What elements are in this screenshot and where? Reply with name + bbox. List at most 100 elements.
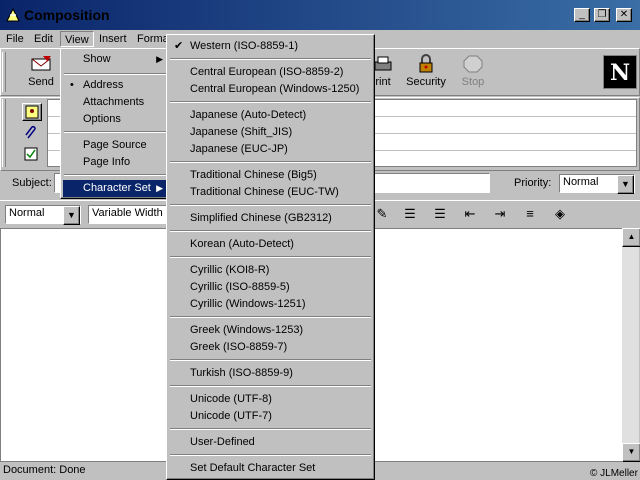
charset-item-label: Greek (ISO-8859-7) (190, 341, 288, 353)
view-menu-show[interactable]: Show ▶ (63, 51, 168, 68)
charset-item-label: Japanese (EUC-JP) (190, 143, 288, 155)
paperclip-icon (25, 125, 36, 139)
charset-item[interactable]: Turkish (ISO-8859-9) (169, 365, 372, 382)
stop-button[interactable]: Stop (452, 52, 494, 92)
minimize-button[interactable]: _ (574, 8, 590, 22)
paragraph-style-select[interactable]: Normal ▼ (5, 205, 81, 225)
toolbar-grip[interactable] (2, 52, 6, 92)
charset-item[interactable]: Central European (Windows-1250) (169, 81, 372, 98)
send-label: Send (28, 76, 54, 88)
pen-icon[interactable]: ✎ (372, 204, 392, 224)
charset-item-label: Unicode (UTF-8) (190, 393, 272, 405)
alignment-icon[interactable]: ≡ (520, 204, 540, 224)
chevron-down-icon[interactable]: ▼ (63, 206, 80, 225)
charset-item[interactable]: Cyrillic (Windows-1251) (169, 296, 372, 313)
menu-separator (170, 316, 371, 318)
view-menu: Show ▶ • Address Attachments Options Pag… (60, 48, 171, 199)
charset-item-label: Central European (ISO-8859-2) (190, 66, 344, 78)
charset-item[interactable]: User-Defined (169, 434, 372, 451)
subject-label: Subject: (12, 177, 52, 189)
show-label: Show (83, 53, 111, 65)
priority-value: Normal (563, 176, 599, 188)
vertical-scrollbar[interactable]: ▲ ▼ (622, 228, 640, 462)
increase-indent-icon[interactable]: ⇥ (490, 204, 510, 224)
recipient-type-dropdown[interactable] (48, 100, 60, 115)
status-text: Document: Done (3, 464, 86, 476)
menu-insert[interactable]: Insert (95, 31, 131, 47)
charset-item[interactable]: Set Default Character Set (169, 460, 372, 477)
close-button[interactable]: ✕ (616, 8, 632, 22)
charset-item[interactable]: Greek (ISO-8859-7) (169, 339, 372, 356)
scroll-up-icon[interactable]: ▲ (622, 228, 640, 247)
netscape-logo[interactable]: N (603, 55, 637, 89)
maximize-button[interactable]: ❐ (594, 8, 610, 22)
menu-file[interactable]: File (2, 31, 28, 47)
view-menu-attachments[interactable]: Attachments (63, 94, 168, 111)
decrease-indent-icon[interactable]: ⇤ (460, 204, 480, 224)
stop-icon (463, 55, 483, 73)
charset-item-label: Korean (Auto-Detect) (190, 238, 294, 250)
priority-select[interactable]: Normal ▼ (559, 174, 635, 194)
menu-separator (64, 131, 167, 133)
character-set-menu: ✔ Western (ISO-8859-1) Central European (I… (166, 34, 375, 480)
menu-separator (170, 359, 371, 361)
options-tab[interactable] (22, 146, 42, 164)
charset-item[interactable]: Cyrillic (KOI8-R) (169, 262, 372, 279)
charset-item[interactable]: Simplified Chinese (GB2312) (169, 210, 372, 227)
charset-item[interactable]: Japanese (Shift_JIS) (169, 124, 372, 141)
charset-item[interactable]: Traditional Chinese (EUC-TW) (169, 184, 372, 201)
view-menu-options[interactable]: Options (63, 111, 168, 128)
charset-item-label: Central European (Windows-1250) (190, 83, 360, 95)
menu-separator (170, 230, 371, 232)
address-label: Address (83, 79, 124, 91)
menu-separator (170, 256, 371, 258)
view-menu-page-source[interactable]: Page Source (63, 137, 168, 154)
charset-item-label: Western (ISO-8859-1) (190, 40, 299, 52)
charset-item-label: Japanese (Shift_JIS) (190, 126, 293, 138)
address-grip[interactable] (2, 99, 6, 167)
address-tab[interactable] (22, 103, 42, 121)
attachments-tab[interactable] (22, 125, 42, 143)
charset-item[interactable]: Japanese (Auto-Detect) (169, 107, 372, 124)
view-menu-page-info[interactable]: Page Info (63, 154, 168, 171)
send-icon (31, 56, 51, 71)
menu-separator (170, 385, 371, 387)
menu-separator (64, 174, 167, 176)
stop-label: Stop (461, 76, 485, 88)
insert-object-icon[interactable]: ◈ (550, 204, 570, 224)
charset-item[interactable]: Central European (ISO-8859-2) (169, 64, 372, 81)
charset-item[interactable]: Unicode (UTF-8) (169, 391, 372, 408)
lock-icon (419, 54, 433, 73)
charset-item[interactable]: ✔ Western (ISO-8859-1) (169, 38, 372, 55)
view-menu-character-set[interactable]: Character Set ▶ (63, 180, 168, 197)
view-menu-address[interactable]: • Address (63, 77, 168, 94)
charset-item[interactable]: Korean (Auto-Detect) (169, 236, 372, 253)
window-title: Composition (24, 7, 110, 23)
charset-item[interactable]: Unicode (UTF-7) (169, 408, 372, 425)
menu-separator (170, 58, 371, 60)
charset-item[interactable]: Traditional Chinese (Big5) (169, 167, 372, 184)
checklist-icon (24, 147, 38, 161)
submenu-arrow-icon: ▶ (156, 183, 163, 193)
bullet-list-icon[interactable]: ☰ (400, 204, 420, 224)
scroll-down-icon[interactable]: ▼ (622, 443, 640, 462)
charset-item[interactable]: Japanese (EUC-JP) (169, 141, 372, 158)
security-button[interactable]: Security (404, 52, 448, 92)
charset-item-label: Cyrillic (Windows-1251) (190, 298, 306, 310)
menu-separator (170, 101, 371, 103)
paragraph-style-value: Normal (9, 207, 45, 219)
charset-item[interactable]: Greek (Windows-1253) (169, 322, 372, 339)
chevron-down-icon[interactable]: ▼ (617, 175, 634, 194)
charset-item-label: Turkish (ISO-8859-9) (190, 367, 293, 379)
menu-separator (170, 204, 371, 206)
charset-item-label: Set Default Character Set (190, 462, 316, 474)
font-select[interactable]: Variable Width (88, 205, 168, 224)
charset-item-label: Greek (Windows-1253) (190, 324, 304, 336)
send-button[interactable]: Send (20, 52, 62, 92)
menu-view[interactable]: View (60, 31, 94, 47)
character-set-label: Character Set (83, 182, 151, 194)
menu-separator (170, 161, 371, 163)
menu-edit[interactable]: Edit (30, 31, 57, 47)
numbered-list-icon[interactable]: ☰ (430, 204, 450, 224)
charset-item[interactable]: Cyrillic (ISO-8859-5) (169, 279, 372, 296)
